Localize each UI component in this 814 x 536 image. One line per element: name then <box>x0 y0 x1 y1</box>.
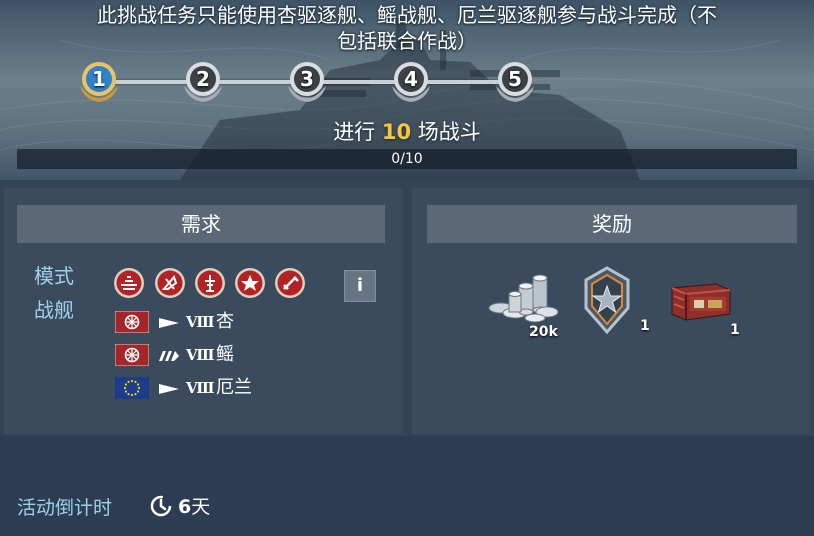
mission-progress-bar: 0/10 <box>17 149 797 169</box>
battleship-icon <box>157 348 181 362</box>
ship-row[interactable]: Ⅷ 厄兰 <box>115 377 315 399</box>
goal-count: 10 <box>381 120 412 144</box>
reward-commander-rank[interactable]: 1 <box>582 264 652 338</box>
progress-text: 0/10 <box>391 151 423 167</box>
ship-tier: Ⅷ <box>186 313 214 331</box>
event-countdown-value: 6天 <box>178 492 210 519</box>
reward-silver[interactable]: 20k <box>485 266 565 340</box>
countdown-days: 6 <box>178 496 192 518</box>
mission-goal: 进行 10 场战斗 <box>0 116 814 146</box>
stage-track: 1 2 3 4 5 <box>0 58 814 108</box>
ship-tier: Ⅷ <box>186 346 214 364</box>
stage-number: 2 <box>196 67 210 91</box>
event-countdown-label: 活动倒计时 <box>17 497 113 519</box>
ship-row[interactable]: Ⅷ杏 <box>114 310 315 334</box>
europe-flag-icon <box>115 377 149 399</box>
random-battle-icon[interactable] <box>113 267 145 299</box>
pan-asia-flag-icon <box>114 310 150 334</box>
coop-battle-icon[interactable] <box>234 267 266 299</box>
stage-5[interactable]: 5 <box>492 58 538 104</box>
ship-name: 厄兰 <box>216 377 252 398</box>
event-battle-icon[interactable] <box>274 267 306 299</box>
rewards-heading: 奖励 <box>427 205 797 243</box>
stage-number: 4 <box>404 67 418 91</box>
countdown-unit: 天 <box>191 496 211 518</box>
rewards-panel: 奖励 20k 1 1 <box>412 188 810 434</box>
commander-rank-count: 1 <box>640 318 650 334</box>
ships-label: 战舰 <box>34 298 74 322</box>
requirements-panel: 需求 模式 战舰 i Ⅷ 杏 Ⅷ 鳐 Ⅷ 厄兰 <box>4 188 402 434</box>
stage-number: 1 <box>92 67 106 91</box>
reward-supply-container[interactable]: 1 <box>668 280 748 340</box>
mission-header: 此挑战任务只能使用杏驱逐舰、鳐战舰、厄兰驱逐舰参与战斗完成（不 包括联合作战） … <box>0 0 814 180</box>
goal-suffix: 场战斗 <box>417 120 481 144</box>
event-footer: 活动倒计时 6天 <box>0 436 814 536</box>
supply-container-icon <box>671 283 731 321</box>
mission-description: 此挑战任务只能使用杏驱逐舰、鳐战舰、厄兰驱逐舰参与战斗完成（不 包括联合作战） <box>97 3 717 53</box>
ship-row[interactable]: Ⅷ鳐 <box>114 343 315 367</box>
mode-label: 模式 <box>34 264 74 288</box>
silver-credits-icon <box>488 274 559 323</box>
clock-icon <box>150 495 172 517</box>
supply-container-count: 1 <box>730 322 740 338</box>
stage-2[interactable]: 2 <box>180 58 226 104</box>
ship-name: 杏 <box>216 311 234 332</box>
ship-name: 鳐 <box>216 344 234 365</box>
commander-rank-badge-icon <box>584 266 630 335</box>
stage-3[interactable]: 3 <box>284 58 330 104</box>
stage-number: 3 <box>300 67 314 91</box>
ranked-battle-icon[interactable] <box>154 267 186 299</box>
info-button[interactable]: i <box>344 270 376 302</box>
ship-tier: Ⅷ <box>186 379 214 397</box>
mission-details: 需求 模式 战舰 i Ⅷ 杏 Ⅷ 鳐 Ⅷ 厄兰 奖励 20k 1 1 <box>0 180 814 436</box>
stage-4[interactable]: 4 <box>388 58 434 104</box>
pan-asia-flag-icon <box>114 343 150 367</box>
stage-1-active[interactable]: 1 <box>76 58 122 104</box>
operations-icon[interactable] <box>194 267 226 299</box>
goal-prefix: 进行 <box>333 120 376 144</box>
silver-count: 20k <box>529 324 558 340</box>
stage-number: 5 <box>508 67 522 91</box>
requirements-heading: 需求 <box>17 205 385 243</box>
destroyer-icon <box>157 381 181 395</box>
destroyer-icon <box>157 315 181 329</box>
